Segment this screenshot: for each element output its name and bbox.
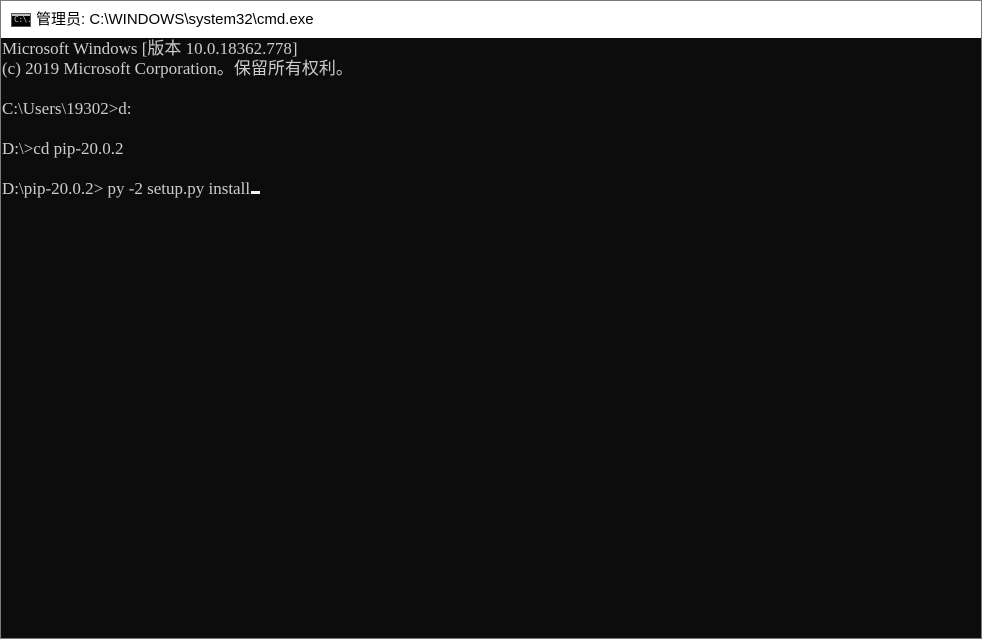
cmd-window: C:\. 管理员: C:\WINDOWS\system32\cmd.exe Mi… [0, 0, 982, 639]
console-line: (c) 2019 Microsoft Corporation。保留所有权利。 [2, 59, 353, 78]
text-cursor [251, 191, 261, 194]
console-line: C:\Users\19302>d: [2, 99, 132, 118]
title-bar[interactable]: C:\. 管理员: C:\WINDOWS\system32\cmd.exe [1, 1, 981, 38]
prompt: D:\pip-20.0.2> [2, 179, 108, 198]
command-input[interactable]: py -2 setup.py install [107, 179, 250, 198]
console-line: D:\>cd pip-20.0.2 [2, 139, 124, 158]
icon-glyph: C:\. [14, 15, 31, 24]
console-line: Microsoft Windows [版本 10.0.18362.778] [2, 39, 298, 58]
prompt-line[interactable]: D:\pip-20.0.2> py -2 setup.py install [2, 179, 981, 199]
console-output[interactable]: Microsoft Windows [版本 10.0.18362.778] (c… [1, 39, 981, 638]
cmd-console-icon[interactable]: C:\. [11, 13, 31, 27]
window-title: 管理员: C:\WINDOWS\system32\cmd.exe [36, 11, 314, 28]
